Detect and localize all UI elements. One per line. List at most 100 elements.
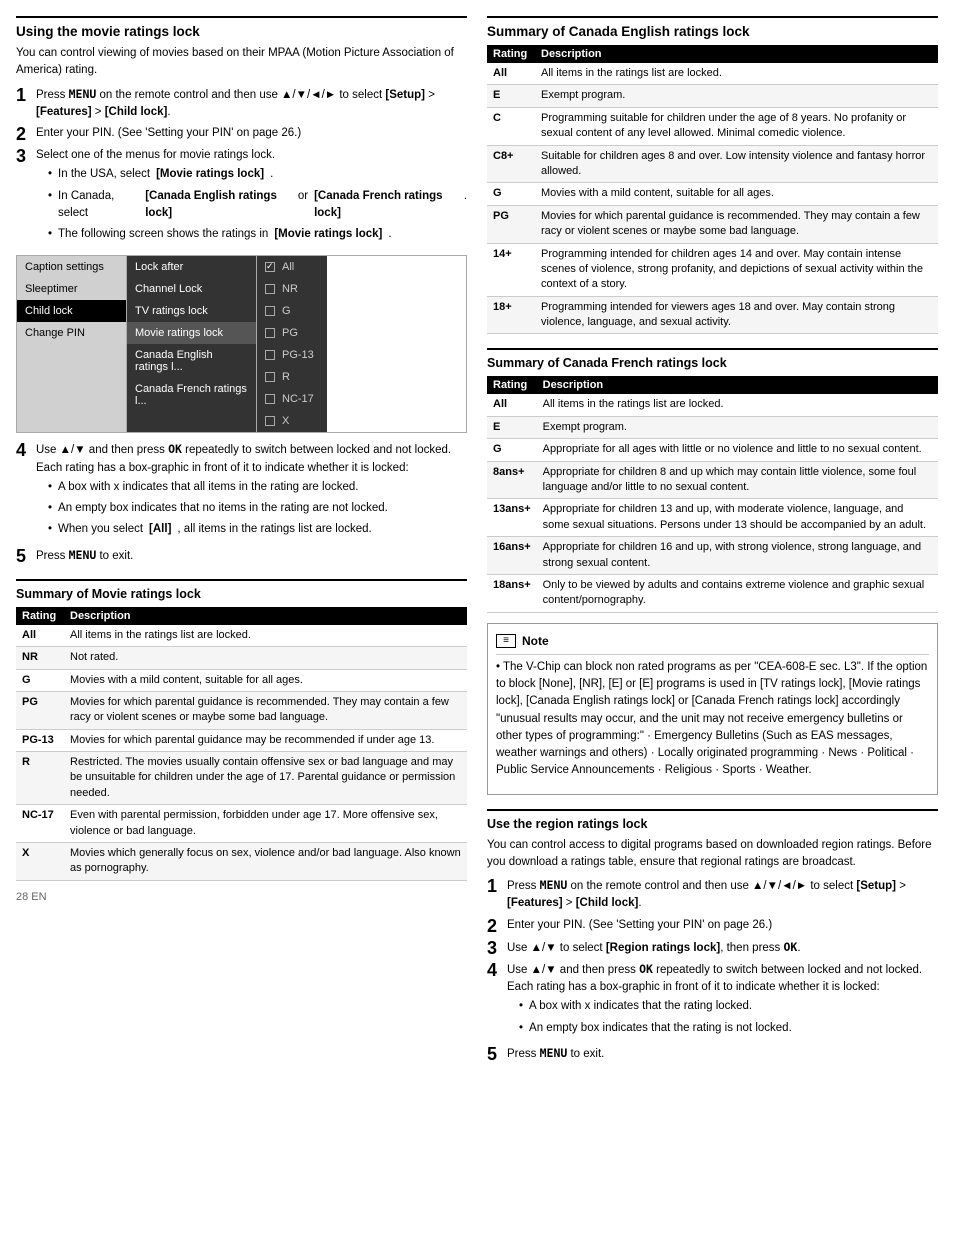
table-row: 8ans+ Appropriate for children 8 and up … [487, 461, 938, 499]
region-step-5-num: 5 [487, 1045, 501, 1063]
region-step-4-bullets: A box with x indicates that the rating l… [507, 998, 938, 1037]
region-step-1-content: Press MENU on the remote control and the… [507, 877, 938, 913]
table-row: G Movies with a mild content, suitable f… [487, 183, 938, 205]
table-row: G Movies with a mild content, suitable f… [16, 669, 467, 691]
note-content: • The V-Chip can block non rated program… [496, 659, 929, 780]
col-description-en: Description [535, 45, 938, 63]
canada-french-tbody: All All items in the ratings list are lo… [487, 394, 938, 612]
checkbox-all [265, 262, 275, 272]
step-2-content: Enter your PIN. (See 'Setting your PIN' … [36, 125, 467, 143]
desc-pg: Movies for which parental guidance is re… [64, 691, 467, 729]
region-step-1-num: 1 [487, 877, 501, 913]
checkbox-pg13 [265, 350, 275, 360]
table-row: X Movies which generally focus on sex, v… [16, 843, 467, 881]
table-row: PG Movies for which parental guidance is… [16, 691, 467, 729]
desc-pg13: Movies for which parental guidance may b… [64, 729, 467, 751]
rating-nc17: NC-17 [16, 805, 64, 843]
table-row: 18+ Programming intended for viewers age… [487, 296, 938, 334]
note-header: ≡ Note [496, 632, 929, 655]
menu-right-col: All NR G PG PG-13 R [257, 256, 327, 432]
section-summary-movie-ratings: Summary of Movie ratings lock Rating Des… [16, 579, 467, 881]
step-2: 2 Enter your PIN. (See 'Setting your PIN… [16, 125, 467, 143]
region-ratings-intro: You can control access to digital progra… [487, 837, 938, 872]
rating-all: All [16, 625, 64, 647]
canada-english-table: Rating Description All All items in the … [487, 45, 938, 334]
section-canada-english: Summary of Canada English ratings lock R… [487, 16, 938, 334]
checkbox-x [265, 416, 275, 426]
step-5: 5 Press MENU to exit. [16, 547, 467, 565]
table-row: PG-13 Movies for which parental guidance… [16, 729, 467, 751]
step-5-num: 5 [16, 547, 30, 565]
region-step-2-content: Enter your PIN. (See 'Setting your PIN' … [507, 917, 938, 935]
checkbox-nr [265, 284, 275, 294]
menu-right-x: X [257, 410, 327, 432]
desc-all: All items in the ratings list are locked… [64, 625, 467, 647]
bullet-box-x: A box with x indicates that all items in… [48, 479, 467, 496]
table-row: C8+ Suitable for children ages 8 and ove… [487, 145, 938, 183]
table-row: All All items in the ratings list are lo… [16, 625, 467, 647]
bullet-canada: In Canada, select [Canada English rating… [48, 188, 467, 223]
col-description: Description [64, 607, 467, 625]
menu-canada-english-ratings: Canada English ratings l... [127, 344, 256, 378]
note-icon: ≡ [496, 634, 516, 648]
region-steps-list: 1 Press MENU on the remote control and t… [487, 877, 938, 1063]
rating-r: R [16, 752, 64, 805]
step-2-num: 2 [16, 125, 30, 143]
rating-pg: PG [16, 691, 64, 729]
col-rating-fr: Rating [487, 376, 537, 394]
step-1-num: 1 [16, 86, 30, 122]
rating-pg13: PG-13 [16, 729, 64, 751]
step-1-content: Press MENU on the remote control and the… [36, 86, 467, 122]
table-row: E Exempt program. [487, 85, 938, 107]
region-step-1: 1 Press MENU on the remote control and t… [487, 877, 938, 913]
bullet-screen: The following screen shows the ratings i… [48, 226, 467, 243]
checkbox-nc17 [265, 394, 275, 404]
left-column: Using the movie ratings lock You can con… [16, 16, 467, 1071]
step-1: 1 Press MENU on the remote control and t… [16, 86, 467, 122]
menu-canada-french-ratings: Canada French ratings l... [127, 378, 256, 412]
desc-r: Restricted. The movies usually contain o… [64, 752, 467, 805]
menu-child-lock: Child lock [17, 300, 126, 322]
menu-right-all: All [257, 256, 327, 278]
region-bullet-unlocked: An empty box indicates that the rating i… [519, 1020, 938, 1037]
rating-x: X [16, 843, 64, 881]
menu-change-pin: Change PIN [17, 322, 126, 344]
region-step-2: 2 Enter your PIN. (See 'Setting your PIN… [487, 917, 938, 935]
region-ratings-title: Use the region ratings lock [487, 809, 938, 831]
region-step-4: 4 Use ▲/▼ and then press OK repeatedly t… [487, 961, 938, 1041]
desc-g: Movies with a mild content, suitable for… [64, 669, 467, 691]
bullet-box-empty: An empty box indicates that no items in … [48, 500, 467, 517]
desc-x: Movies which generally focus on sex, vio… [64, 843, 467, 881]
canada-french-table: Rating Description All All items in the … [487, 376, 938, 612]
step-5-content: Press MENU to exit. [36, 547, 467, 565]
step-3: 3 Select one of the menus for movie rati… [16, 147, 467, 247]
col-description-fr: Description [537, 376, 938, 394]
menu-left-col: Caption settings Sleeptimer Child lock C… [17, 256, 127, 432]
summary-movie-ratings-title: Summary of Movie ratings lock [16, 579, 467, 601]
table-row: PG Movies for which parental guidance is… [487, 205, 938, 243]
table-row: NR Not rated. [16, 647, 467, 669]
checkbox-pg [265, 328, 275, 338]
menu-lock-after: Lock after [127, 256, 256, 278]
bullet-usa: In the USA, select [Movie ratings lock]. [48, 166, 467, 183]
step-4-content: Use ▲/▼ and then press OK repeatedly to … [36, 441, 467, 542]
note-box: ≡ Note • The V-Chip can block non rated … [487, 623, 938, 795]
right-column: Summary of Canada English ratings lock R… [487, 16, 938, 1071]
menu-tv-ratings-lock: TV ratings lock [127, 300, 256, 322]
menu-sleeptimer: Sleeptimer [17, 278, 126, 300]
step-3-bullets: In the USA, select [Movie ratings lock].… [36, 166, 467, 243]
region-step-4-num: 4 [487, 961, 501, 1041]
desc-nr: Not rated. [64, 647, 467, 669]
rating-nr: NR [16, 647, 64, 669]
checkbox-r [265, 372, 275, 382]
region-step-5: 5 Press MENU to exit. [487, 1045, 938, 1063]
table-row: 13ans+ Appropriate for children 13 and u… [487, 499, 938, 537]
steps-list: 1 Press MENU on the remote control and t… [16, 86, 467, 248]
menu-right-pg13: PG-13 [257, 344, 327, 366]
menu-empty-1 [17, 344, 126, 354]
step-4-bullets: A box with x indicates that all items in… [36, 479, 467, 539]
canada-french-title: Summary of Canada French ratings lock [487, 348, 938, 370]
col-rating: Rating [16, 607, 64, 625]
step-4: 4 Use ▲/▼ and then press OK repeatedly t… [16, 441, 467, 542]
table-row: 14+ Programming intended for children ag… [487, 243, 938, 296]
